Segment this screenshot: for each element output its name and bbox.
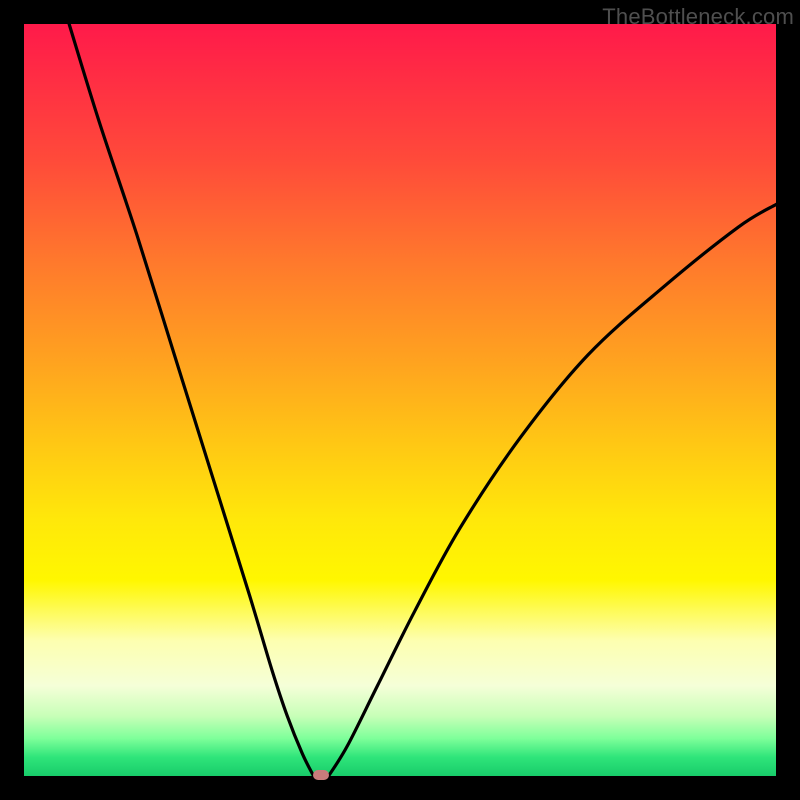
curve-path (69, 24, 776, 776)
minimum-marker (313, 770, 329, 780)
bottleneck-curve (24, 24, 776, 776)
chart-frame (24, 24, 776, 776)
watermark-text: TheBottleneck.com (602, 4, 794, 30)
